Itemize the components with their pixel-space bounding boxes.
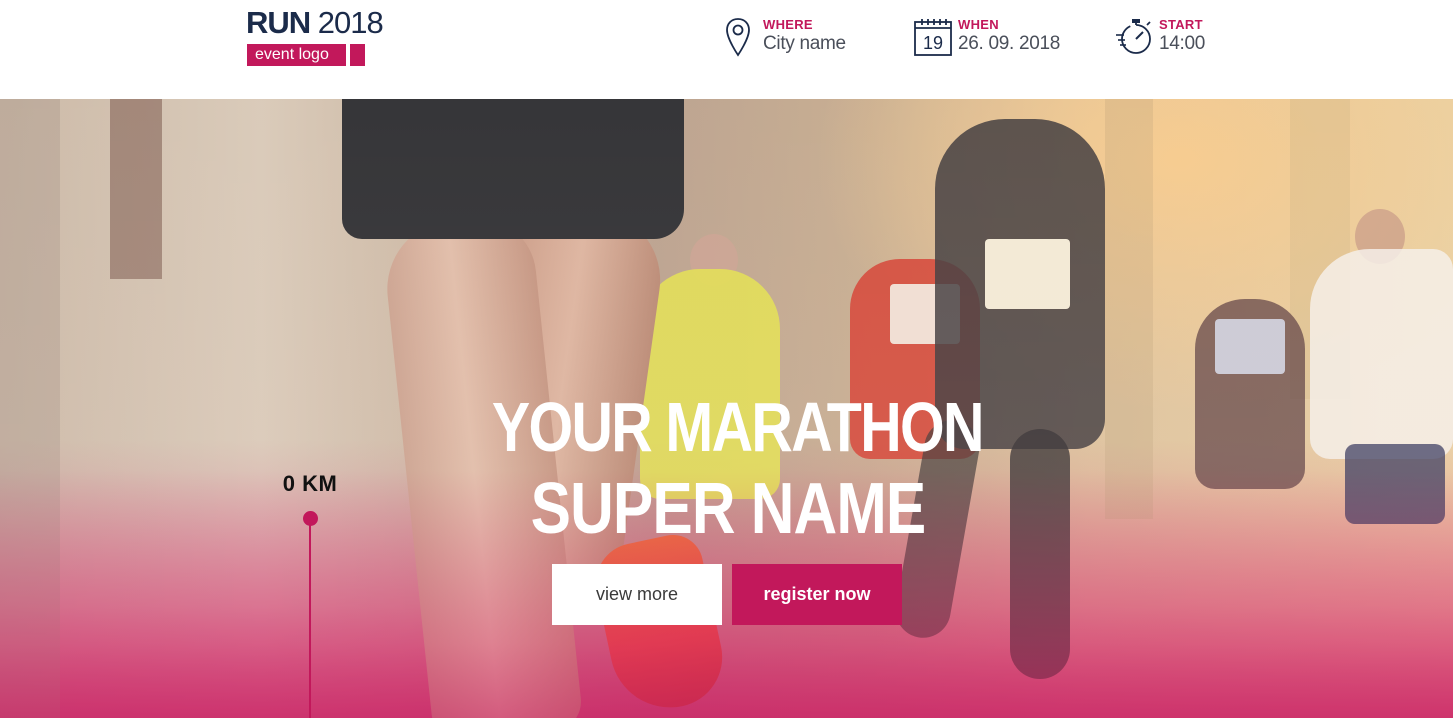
- start-value: 14:00: [1159, 33, 1206, 54]
- calendar-icon: 19: [913, 16, 953, 58]
- info-where: WHERE City name: [718, 16, 846, 60]
- top-header: RUN 2018 event logo WHERE City name 19 W…: [0, 0, 1453, 99]
- event-logo[interactable]: RUN 2018 event logo: [246, 5, 384, 66]
- map-pin-icon: [718, 16, 758, 58]
- view-more-button[interactable]: view more: [552, 564, 722, 625]
- register-now-button[interactable]: register now: [732, 564, 902, 625]
- hero-title-line1: YOUR MARATHON: [491, 388, 985, 466]
- distance-marker-line: [309, 523, 311, 718]
- hero-title-line2: SUPER NAME: [530, 469, 927, 549]
- start-label: START: [1159, 17, 1203, 32]
- logo-title: RUN 2018: [246, 5, 384, 40]
- logo-title-bold: RUN: [246, 5, 311, 40]
- where-label: WHERE: [763, 17, 813, 32]
- when-label: WHEN: [958, 17, 999, 32]
- info-start: START 14:00: [1114, 16, 1205, 60]
- hero-section: 0 KM YOUR MARATHON SUPER NAME view more …: [0, 99, 1453, 718]
- distance-marker-label: 0 KM: [282, 471, 338, 496]
- logo-accent-block: [350, 44, 365, 66]
- logo-tagline: event logo: [247, 44, 346, 66]
- where-value: City name: [763, 33, 846, 54]
- when-value: 26. 09. 2018: [958, 33, 1061, 54]
- calendar-icon-day: 19: [923, 33, 943, 53]
- stopwatch-icon: [1114, 16, 1154, 58]
- logo-title-year: 2018: [317, 5, 384, 40]
- logo-tag-row: event logo: [247, 44, 365, 66]
- info-when: 19 WHEN 26. 09. 2018: [913, 16, 1060, 60]
